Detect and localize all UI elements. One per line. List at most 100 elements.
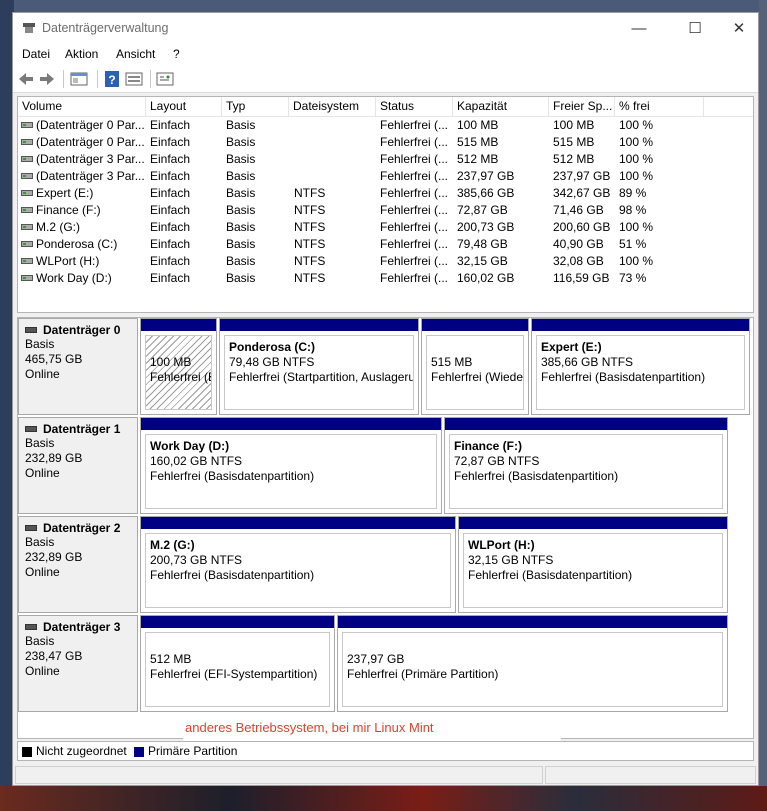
settings-icon[interactable] (156, 70, 174, 88)
desktop-background (0, 0, 767, 12)
volume-row[interactable]: Ponderosa (C:) Einfach Basis NTFS Fehlerfrei… (18, 236, 753, 253)
disk-info[interactable]: Datenträger 1 Basis 232,89 GB Online (18, 417, 138, 514)
partition-block[interactable]: M.2 (G:) 200,73 GB NTFS Fehlerfrei (Basisd… (140, 516, 456, 613)
cell-layout: Einfach (150, 254, 191, 268)
partition-block[interactable]: 100 MBFehlerfrei (EFI (140, 318, 217, 415)
partition-size: 160,02 GB NTFS (150, 454, 243, 468)
cell-type: Basis (226, 254, 256, 268)
volume-row[interactable]: (Datenträger 3 Par... Einfach Basis Fehlerf… (18, 168, 753, 185)
partition-type-bar (141, 418, 441, 430)
volume-icon (21, 207, 33, 213)
minimize-button[interactable]: — (616, 13, 662, 44)
partition-block[interactable]: Work Day (D:) 160,02 GB NTFS Fehlerfrei (B… (140, 417, 442, 514)
partition-block[interactable]: Ponderosa (C:) 79,48 GB NTFS Fehlerfrei (S… (219, 318, 419, 415)
partition-size: 72,87 GB NTFS (454, 454, 540, 468)
cell-percent-free: 89 % (619, 186, 647, 200)
column-header-layout[interactable]: Layout (146, 97, 222, 116)
help-icon[interactable]: ? (103, 70, 121, 88)
disk-name: Datenträger 3 (25, 620, 131, 634)
properties-icon[interactable] (70, 70, 88, 88)
partition-block[interactable]: 237,97 GB Fehlerfrei (Primäre Partition) (337, 615, 728, 712)
cell-status: Fehlerfrei (... (380, 203, 449, 217)
cell-free-space: 237,97 GB (553, 169, 611, 183)
partition-type-bar (532, 319, 749, 331)
toolbar-separator (97, 70, 98, 88)
desktop-background-right (759, 0, 767, 811)
partition-status: Fehlerfrei (Wieder (431, 370, 524, 384)
cell-volume: Ponderosa (C:) (36, 237, 118, 251)
column-header-type[interactable]: Typ (222, 97, 289, 116)
cell-filesystem: NTFS (294, 237, 326, 251)
volume-row[interactable]: Work Day (D:) Einfach Basis NTFS Fehlerfrei … (18, 270, 753, 287)
column-header-free-space[interactable]: Freier Sp... (549, 97, 615, 116)
menu-help[interactable]: ? (173, 47, 180, 61)
cell-free-space: 32,08 GB (553, 254, 604, 268)
title-bar[interactable]: Datenträgerverwaltung — ☐ ✕ (13, 13, 758, 44)
cell-type: Basis (226, 237, 256, 251)
cell-filesystem: NTFS (294, 254, 326, 268)
cell-layout: Einfach (150, 186, 191, 200)
partition-name: Expert (E:) (541, 340, 602, 354)
volume-row[interactable]: (Datenträger 0 Par... Einfach Basis Fehlerf… (18, 117, 753, 134)
disk-info[interactable]: Datenträger 2 Basis 232,89 GB Online (18, 516, 138, 613)
partition-status: Fehlerfrei (Primäre Partition) (347, 667, 499, 681)
legend-swatch-unallocated (22, 747, 32, 757)
volume-row[interactable]: Finance (F:) Einfach Basis NTFS Fehlerfrei (… (18, 202, 753, 219)
partition-size: 237,97 GB (347, 652, 405, 666)
volume-row[interactable]: (Datenträger 0 Par... Einfach Basis Fehlerf… (18, 134, 753, 151)
menu-action[interactable]: Aktion (65, 47, 98, 61)
close-button[interactable]: ✕ (716, 13, 762, 44)
cell-status: Fehlerfrei (... (380, 152, 449, 166)
partition-status: Fehlerfrei (Basisdatenpartition) (454, 469, 619, 483)
status-bar-cell (15, 766, 543, 784)
cell-percent-free: 98 % (619, 203, 647, 217)
view-icon[interactable] (125, 70, 143, 88)
column-header-status[interactable]: Status (376, 97, 453, 116)
partition-block[interactable]: Expert (E:) 385,66 GB NTFS Fehlerfrei (Bas… (531, 318, 750, 415)
partition-type-bar (445, 418, 727, 430)
forward-icon[interactable] (38, 70, 56, 88)
cell-layout: Einfach (150, 169, 191, 183)
disk-row: Datenträger 1 Basis 232,89 GB Online Work Da… (18, 417, 753, 516)
disk-info[interactable]: Datenträger 0 Basis 465,75 GB Online (18, 318, 138, 415)
disk-type: Basis (25, 337, 55, 351)
column-header-percent-free[interactable]: % frei (615, 97, 704, 116)
maximize-button[interactable]: ☐ (672, 13, 718, 44)
menu-view[interactable]: Ansicht (116, 47, 155, 61)
partition-type-bar (141, 517, 455, 529)
partition-block[interactable]: 512 MB Fehlerfrei (EFI-Systempartition) (140, 615, 335, 712)
partition-type-bar (459, 517, 727, 529)
svg-text:?: ? (108, 73, 115, 87)
volume-row[interactable]: WLPort (H:) Einfach Basis NTFS Fehlerfrei (.… (18, 253, 753, 270)
partition-block[interactable]: 515 MB Fehlerfrei (Wieder (421, 318, 529, 415)
cell-capacity: 72,87 GB (457, 203, 508, 217)
cell-free-space: 512 MB (553, 152, 595, 166)
column-header-volume[interactable]: Volume (18, 97, 146, 116)
partition-size: 32,15 GB NTFS (468, 553, 554, 567)
partition-status: Fehlerfrei (EFI-Systempartition) (150, 667, 318, 681)
volume-list[interactable]: Volume Layout Typ Dateisystem Status Kap… (17, 96, 754, 313)
cell-capacity: 79,48 GB (457, 237, 508, 251)
partition-body: Work Day (D:) 160,02 GB NTFS Fehlerfrei (B… (145, 434, 437, 509)
back-icon[interactable] (17, 70, 35, 88)
disk-size: 232,89 GB (25, 550, 83, 564)
column-header-capacity[interactable]: Kapazität (453, 97, 549, 116)
volume-row[interactable]: (Datenträger 3 Par... Einfach Basis Fehlerf… (18, 151, 753, 168)
cell-type: Basis (226, 135, 256, 149)
cell-free-space: 116,59 GB (553, 271, 610, 285)
cell-layout: Einfach (150, 152, 191, 166)
menu-file[interactable]: Datei (22, 47, 50, 61)
column-header-filesystem[interactable]: Dateisystem (289, 97, 376, 116)
disk-size: 238,47 GB (25, 649, 83, 663)
partition-type-bar (422, 319, 528, 331)
cell-type: Basis (226, 186, 256, 200)
cell-volume: (Datenträger 0 Par... (36, 135, 145, 149)
volume-row[interactable]: M.2 (G:) Einfach Basis NTFS Fehlerfrei (... 2… (18, 219, 753, 236)
partition-block[interactable]: Finance (F:) 72,87 GB NTFS Fehlerfrei (Bas… (444, 417, 728, 514)
cell-volume: (Datenträger 3 Par... (36, 152, 145, 166)
partition-name: Ponderosa (C:) (229, 340, 316, 354)
disk-info[interactable]: Datenträger 3 Basis 238,47 GB Online (18, 615, 138, 712)
partition-block[interactable]: WLPort (H:) 32,15 GB NTFS Fehlerfrei (Basi… (458, 516, 728, 613)
cell-free-space: 342,67 GB (553, 186, 611, 200)
volume-row[interactable]: Expert (E:) Einfach Basis NTFS Fehlerfrei (.… (18, 185, 753, 202)
